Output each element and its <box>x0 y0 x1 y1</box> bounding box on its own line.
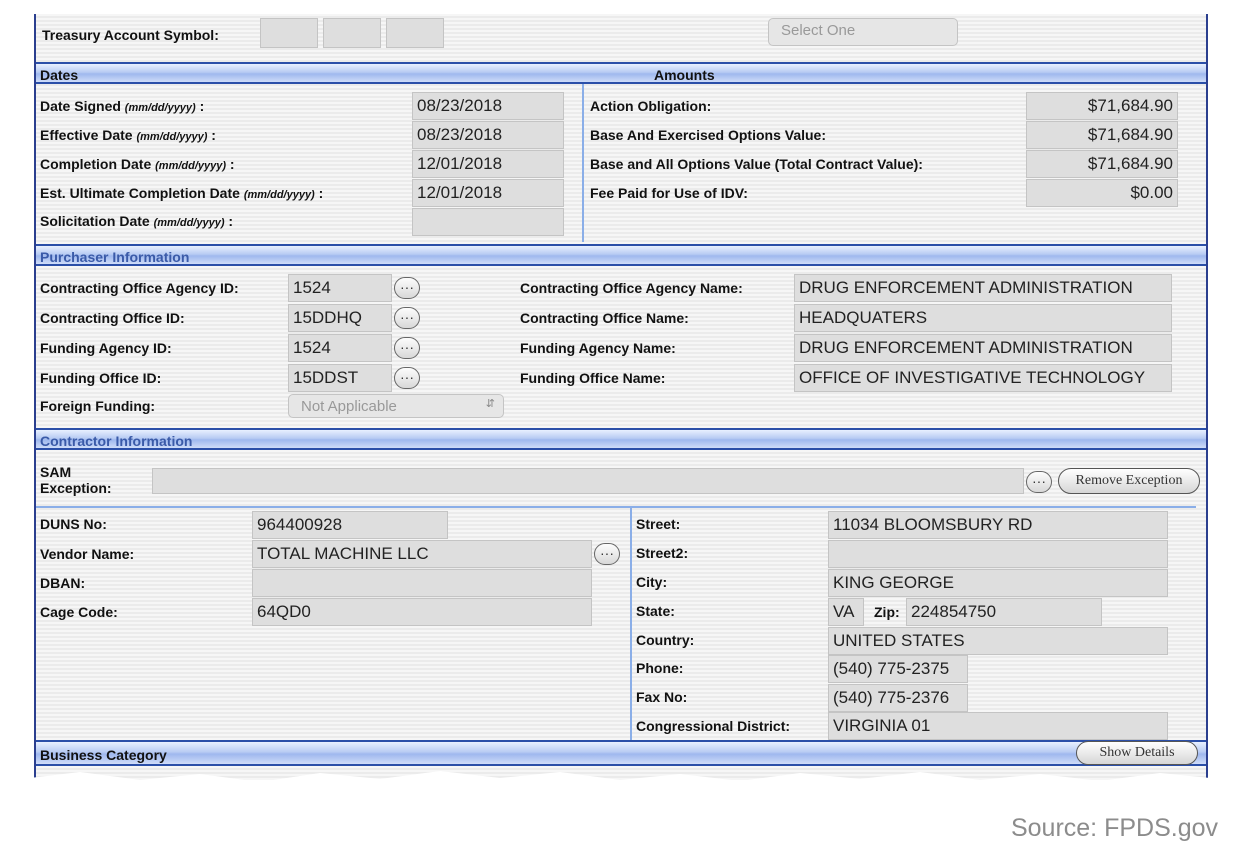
co-agency-id-label: Contracting Office Agency ID: <box>40 280 239 296</box>
effective-date-label: Effective Date (mm/dd/yyyy) : <box>40 127 216 143</box>
funding-agency-id-label: Funding Agency ID: <box>40 340 172 356</box>
funding-office-name-field[interactable]: OFFICE OF INVESTIGATIVE TECHNOLOGY <box>794 364 1172 392</box>
fee-paid-field[interactable]: $0.00 <box>1026 179 1178 207</box>
treasury-field-1[interactable] <box>260 18 318 48</box>
date-signed-field[interactable]: 08/23/2018 <box>412 92 564 120</box>
co-name-label: Contracting Office Name: <box>520 310 689 326</box>
co-id-field[interactable]: 15DDHQ <box>288 304 392 332</box>
treasury-field-2[interactable] <box>323 18 381 48</box>
fee-paid-label: Fee Paid for Use of IDV: <box>590 185 748 201</box>
base-exercised-field[interactable]: $71,684.90 <box>1026 121 1178 149</box>
contractor-header: Contractor Information <box>36 428 1206 450</box>
fax-label: Fax No: <box>636 689 688 705</box>
amounts-header: Amounts <box>654 67 715 83</box>
vendor-lookup-button[interactable]: ··· <box>594 543 620 565</box>
sam-exception-lookup-button[interactable]: ··· <box>1026 471 1052 493</box>
funding-agency-id-lookup-button[interactable]: ··· <box>394 337 420 359</box>
congressional-district-field[interactable]: VIRGINIA 01 <box>828 712 1168 740</box>
source-caption: Source: FPDS.gov <box>1010 814 1218 842</box>
dates-header: Dates <box>40 67 79 83</box>
treasury-account-label: Treasury Account Symbol: <box>42 27 219 43</box>
country-label: Country: <box>636 632 695 648</box>
torn-edge-top <box>0 0 1240 10</box>
vendor-name-field[interactable]: TOTAL MACHINE LLC <box>252 540 592 568</box>
street2-label: Street2: <box>636 545 689 561</box>
street2-field[interactable] <box>828 540 1168 568</box>
phone-field[interactable]: (540) 775-2375 <box>828 655 968 683</box>
completion-date-field[interactable]: 12/01/2018 <box>412 150 564 178</box>
base-exercised-label: Base And Exercised Options Value: <box>590 127 827 143</box>
phone-label: Phone: <box>636 660 684 676</box>
co-agency-name-field[interactable]: DRUG ENFORCEMENT ADMINISTRATION <box>794 274 1172 302</box>
dates-amounts-header: Dates Amounts <box>36 62 1206 84</box>
base-all-options-field[interactable]: $71,684.90 <box>1026 150 1178 178</box>
co-agency-id-field[interactable]: 1524 <box>288 274 392 302</box>
date-signed-label: Date Signed (mm/dd/yyyy) : <box>40 98 205 114</box>
treasury-field-3[interactable] <box>386 18 444 48</box>
funding-office-id-lookup-button[interactable]: ··· <box>394 367 420 389</box>
action-obligation-field[interactable]: $71,684.90 <box>1026 92 1178 120</box>
state-field[interactable]: VA <box>828 598 864 626</box>
duns-field[interactable]: 964400928 <box>252 511 448 539</box>
treasury-select[interactable]: Select One <box>768 18 958 46</box>
co-agency-name-label: Contracting Office Agency Name: <box>520 280 743 296</box>
solicitation-date-field[interactable] <box>412 208 564 236</box>
foreign-funding-select[interactable]: Not Applicable ⇵ <box>288 394 504 418</box>
dban-label: DBAN: <box>40 575 86 591</box>
purchaser-header: Purchaser Information <box>36 244 1206 266</box>
torn-edge-bottom <box>0 771 1240 800</box>
city-field[interactable]: KING GEORGE <box>828 569 1168 597</box>
select-arrows-icon: ⇵ <box>485 398 495 410</box>
sam-exception-label: SAM Exception: <box>40 464 112 496</box>
completion-date-label: Completion Date (mm/dd/yyyy) : <box>40 156 235 172</box>
street-label: Street: <box>636 516 681 532</box>
fax-field[interactable]: (540) 775-2376 <box>828 684 968 712</box>
fpds-form-frame: Treasury Account Symbol: Select One Date… <box>34 14 1208 780</box>
funding-office-name-label: Funding Office Name: <box>520 370 666 386</box>
congressional-district-label: Congressional District: <box>636 718 791 734</box>
co-id-label: Contracting Office ID: <box>40 310 185 326</box>
remove-exception-button[interactable]: Remove Exception <box>1058 468 1200 494</box>
solicitation-date-label: Solicitation Date (mm/dd/yyyy) : <box>40 213 234 229</box>
cage-code-label: Cage Code: <box>40 604 118 620</box>
duns-label: DUNS No: <box>40 516 107 532</box>
foreign-funding-label: Foreign Funding: <box>40 398 156 414</box>
base-all-options-label: Base and All Options Value (Total Contra… <box>590 156 923 172</box>
cage-code-field[interactable]: 64QD0 <box>252 598 592 626</box>
zip-label: Zip: <box>874 604 900 620</box>
funding-office-id-label: Funding Office ID: <box>40 370 162 386</box>
funding-agency-id-field[interactable]: 1524 <box>288 334 392 362</box>
contractor-sam-divider <box>36 506 1196 508</box>
zip-field[interactable]: 224854750 <box>906 598 1102 626</box>
city-label: City: <box>636 574 668 590</box>
vendor-name-label: Vendor Name: <box>40 546 135 562</box>
funding-office-id-field[interactable]: 15DDST <box>288 364 392 392</box>
est-ultimate-completion-field[interactable]: 12/01/2018 <box>412 179 564 207</box>
co-name-field[interactable]: HEADQUATERS <box>794 304 1172 332</box>
dates-amounts-divider <box>582 84 584 242</box>
sam-exception-field[interactable] <box>152 468 1024 494</box>
est-ultimate-completion-label: Est. Ultimate Completion Date (mm/dd/yyy… <box>40 185 324 201</box>
dban-field[interactable] <box>252 569 592 597</box>
action-obligation-label: Action Obligation: <box>590 98 712 114</box>
effective-date-field[interactable]: 08/23/2018 <box>412 121 564 149</box>
funding-agency-name-field[interactable]: DRUG ENFORCEMENT ADMINISTRATION <box>794 334 1172 362</box>
state-label: State: <box>636 603 675 619</box>
co-id-lookup-button[interactable]: ··· <box>394 307 420 329</box>
contractor-column-divider <box>630 508 632 740</box>
co-agency-id-lookup-button[interactable]: ··· <box>394 277 420 299</box>
street-field[interactable]: 11034 BLOOMSBURY RD <box>828 511 1168 539</box>
funding-agency-name-label: Funding Agency Name: <box>520 340 676 356</box>
country-field[interactable]: UNITED STATES <box>828 627 1168 655</box>
